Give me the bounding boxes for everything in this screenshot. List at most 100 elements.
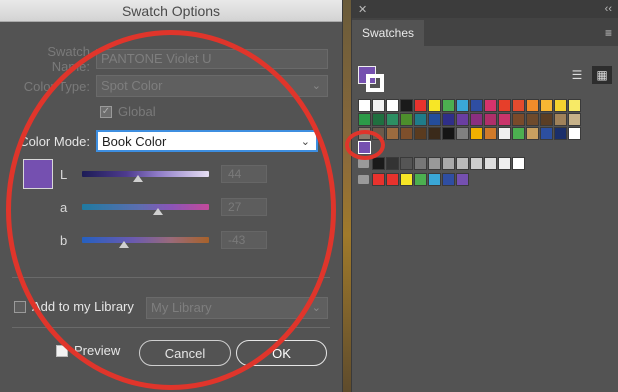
slider-a-value[interactable]: 27	[221, 198, 267, 216]
swatch-cell[interactable]	[498, 157, 511, 170]
swatch-cell[interactable]	[400, 127, 413, 140]
swatch-cell[interactable]	[414, 157, 427, 170]
color-type-select[interactable]: Spot Color ⌄	[96, 75, 328, 97]
swatch-cell[interactable]	[442, 99, 455, 112]
swatch-cell[interactable]	[372, 113, 385, 126]
collapse-icon[interactable]: ‹‹	[605, 3, 612, 15]
swatch-cell[interactable]	[400, 113, 413, 126]
swatch-cell[interactable]	[554, 127, 567, 140]
swatch-cell[interactable]	[428, 99, 441, 112]
swatch-cell[interactable]	[442, 157, 455, 170]
swatch-cell[interactable]	[470, 157, 483, 170]
swatch-cell[interactable]	[456, 99, 469, 112]
slider-a: a 27	[60, 198, 267, 216]
swatch-name-field[interactable]: PANTONE Violet U	[96, 49, 328, 69]
swatch-cell[interactable]	[400, 173, 413, 186]
global-checkbox[interactable]: ✓	[100, 105, 112, 118]
swatch-cell[interactable]	[400, 157, 413, 170]
slider-a-track[interactable]	[82, 204, 209, 215]
swatch-cell[interactable]	[540, 99, 553, 112]
fill-stroke-indicator[interactable]	[358, 66, 384, 92]
swatch-cell[interactable]	[428, 173, 441, 186]
swatch-cell[interactable]	[498, 113, 511, 126]
swatch-cell[interactable]	[526, 99, 539, 112]
swatch-cell[interactable]	[568, 99, 581, 112]
slider-l-track[interactable]	[82, 171, 209, 182]
slider-b-thumb[interactable]	[118, 241, 129, 248]
color-mode-value: Book Color	[102, 134, 167, 149]
swatch-cell[interactable]	[526, 113, 539, 126]
grid-view-icon[interactable]: ▦	[592, 66, 612, 84]
tab-swatches[interactable]: Swatches	[352, 20, 425, 46]
swatch-cell[interactable]	[456, 157, 469, 170]
swatch-cell[interactable]	[372, 173, 385, 186]
swatch-cell[interactable]	[386, 99, 399, 112]
swatch-cell[interactable]	[568, 113, 581, 126]
slider-b-track[interactable]	[82, 237, 209, 248]
swatch-cell[interactable]	[428, 113, 441, 126]
swatch-cell[interactable]	[498, 127, 511, 140]
swatch-cell[interactable]	[554, 113, 567, 126]
swatch-cell[interactable]	[358, 99, 371, 112]
swatch-cell[interactable]	[414, 127, 427, 140]
cancel-button[interactable]: Cancel	[139, 340, 231, 366]
swatch-cell[interactable]	[428, 157, 441, 170]
stroke-swatch[interactable]	[366, 74, 384, 92]
color-mode-select[interactable]: Book Color ⌄	[96, 130, 318, 152]
swatch-cell[interactable]	[442, 127, 455, 140]
swatch-cell[interactable]	[358, 127, 371, 140]
swatch-cell[interactable]	[456, 113, 469, 126]
ok-button[interactable]: OK	[236, 340, 327, 366]
swatch-cell[interactable]	[414, 99, 427, 112]
swatch-cell[interactable]	[400, 99, 413, 112]
color-type-label: Color Type:	[23, 78, 90, 94]
add-library-checkbox[interactable]	[14, 300, 26, 313]
swatch-cell[interactable]	[568, 127, 581, 140]
swatch-cell[interactable]	[372, 127, 385, 140]
swatch-cell[interactable]	[540, 113, 553, 126]
slider-b-value[interactable]: -43	[221, 231, 267, 249]
list-view-icon[interactable]: ☰	[567, 66, 587, 84]
swatch-cell[interactable]	[554, 99, 567, 112]
swatch-cell[interactable]	[414, 113, 427, 126]
swatch-cell[interactable]	[484, 99, 497, 112]
swatch-cell[interactable]	[358, 113, 371, 126]
swatch-cell[interactable]	[470, 113, 483, 126]
swatch-cell[interactable]	[484, 127, 497, 140]
slider-a-thumb[interactable]	[153, 208, 164, 215]
swatch-cell[interactable]	[386, 157, 399, 170]
swatch-cell-selected[interactable]	[358, 141, 371, 154]
artboard-strip	[343, 0, 351, 392]
swatch-cell[interactable]	[484, 157, 497, 170]
panel-menu-icon[interactable]: ≡	[605, 26, 612, 40]
swatch-cell[interactable]	[484, 113, 497, 126]
swatch-cell[interactable]	[428, 127, 441, 140]
swatch-cell[interactable]	[442, 113, 455, 126]
swatch-cell[interactable]	[456, 127, 469, 140]
slider-l: L 44	[60, 165, 267, 183]
slider-l-thumb[interactable]	[132, 175, 143, 182]
swatch-cell[interactable]	[386, 113, 399, 126]
library-select[interactable]: My Library ⌄	[146, 297, 328, 319]
swatch-cell[interactable]	[526, 127, 539, 140]
swatch-cell[interactable]	[372, 157, 385, 170]
swatch-cell[interactable]	[512, 99, 525, 112]
swatch-cell[interactable]	[540, 127, 553, 140]
swatch-cell[interactable]	[456, 173, 469, 186]
close-icon[interactable]: ✕	[358, 3, 367, 16]
swatch-cell[interactable]	[512, 127, 525, 140]
swatch-cell[interactable]	[470, 127, 483, 140]
slider-l-value[interactable]: 44	[221, 165, 267, 183]
swatch-cell[interactable]	[386, 173, 399, 186]
swatch-cell[interactable]	[470, 99, 483, 112]
swatch-cell[interactable]	[512, 157, 525, 170]
swatch-cell[interactable]	[512, 113, 525, 126]
folder-icon[interactable]	[358, 159, 369, 168]
swatch-cell[interactable]	[414, 173, 427, 186]
swatch-cell[interactable]	[372, 99, 385, 112]
swatch-cell[interactable]	[442, 173, 455, 186]
folder-icon[interactable]	[358, 175, 369, 184]
swatch-cell[interactable]	[498, 99, 511, 112]
swatch-cell[interactable]	[386, 127, 399, 140]
preview-checkbox[interactable]	[56, 344, 68, 357]
